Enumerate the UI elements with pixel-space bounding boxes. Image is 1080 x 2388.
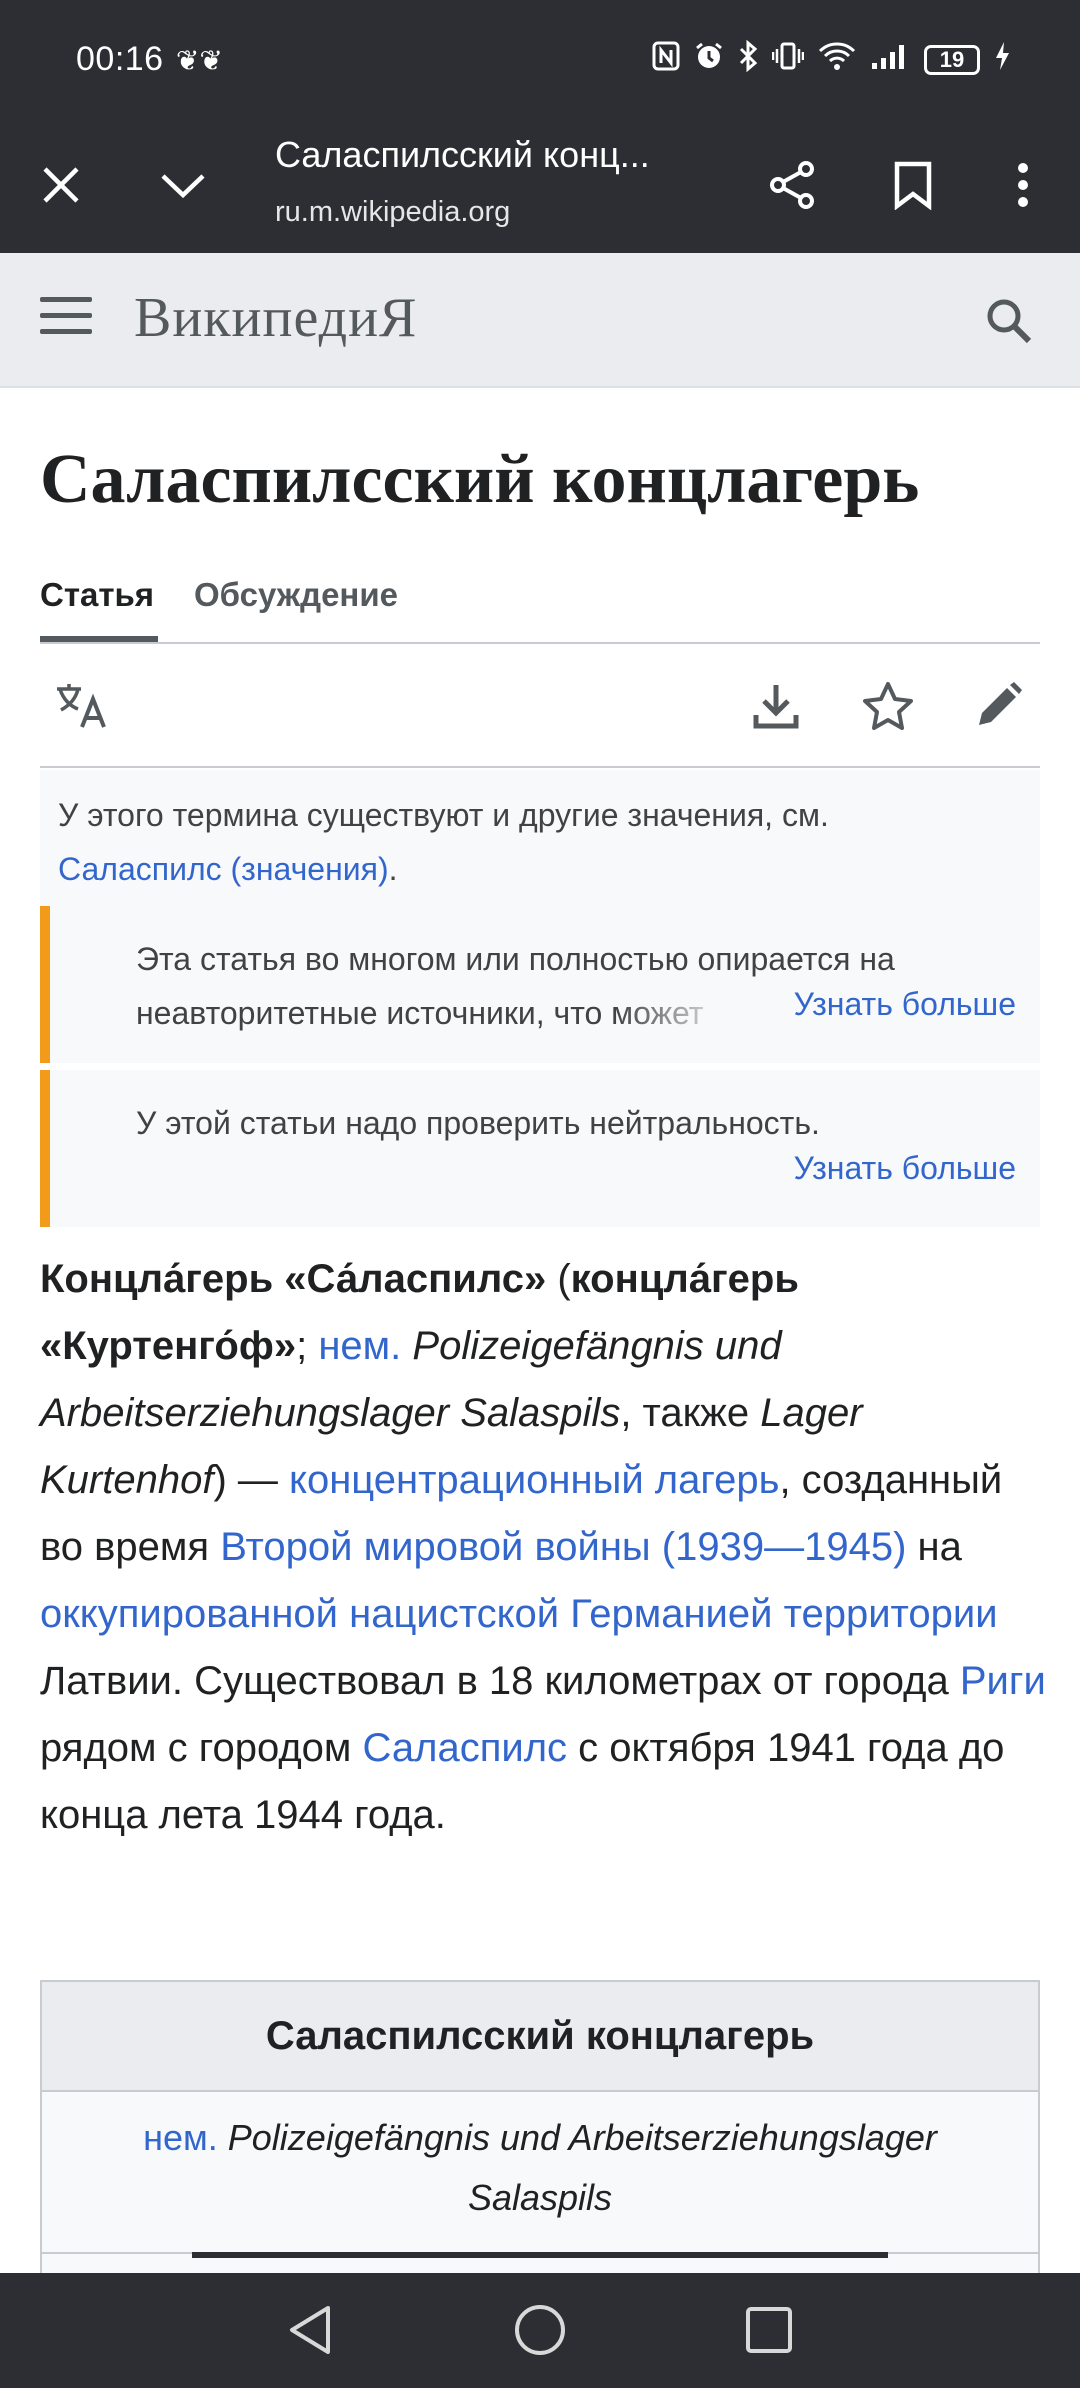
text: Латвии. Существовал в 18 километрах от г… bbox=[40, 1659, 960, 1703]
clock: 00:16 bbox=[76, 40, 164, 78]
wiki-header: ВикипедиЯ bbox=[0, 253, 1080, 388]
text: ) — bbox=[213, 1458, 290, 1502]
home-button[interactable] bbox=[495, 2295, 585, 2365]
nfc-icon bbox=[652, 41, 680, 78]
page-title: Саласпилсский концлагерь bbox=[40, 441, 920, 518]
close-tab-button[interactable] bbox=[26, 150, 96, 220]
notice-line-truncated: неавторитетные источники, что может bbox=[136, 995, 704, 1031]
notice-line: Эта статья во многом или полностью опира… bbox=[136, 941, 895, 977]
url-host[interactable]: ru.m.wikipedia.org bbox=[275, 196, 510, 229]
text: на bbox=[906, 1525, 962, 1569]
signal-icon bbox=[870, 41, 910, 78]
hatnote: У этого термина существуют и другие знач… bbox=[40, 770, 1040, 906]
link-german[interactable]: нем. bbox=[143, 2117, 218, 2158]
share-icon bbox=[770, 161, 814, 209]
menu-icon bbox=[40, 297, 92, 302]
minimize-button[interactable] bbox=[148, 150, 218, 220]
browser-toolbar: Саласпилсский конц... ru.m.wikipedia.org bbox=[0, 118, 1080, 253]
link-occupied-territory[interactable]: оккупированной нацистской Германией терр… bbox=[40, 1592, 998, 1636]
battery-indicator: 19 bbox=[924, 44, 980, 75]
status-bar: 00:16 ❦❦ 19 bbox=[0, 0, 1080, 118]
close-icon bbox=[43, 167, 79, 203]
back-triangle-icon bbox=[290, 2306, 330, 2354]
tab-talk[interactable]: Обсуждение bbox=[194, 576, 398, 614]
download-icon bbox=[753, 685, 799, 729]
menu-icon-bar bbox=[40, 329, 92, 334]
text: ( bbox=[546, 1257, 571, 1301]
home-circle-icon bbox=[515, 2305, 565, 2355]
link-riga[interactable]: Риги bbox=[960, 1659, 1046, 1703]
lead-paragraph: Концла́герь «Са́ласпилс» (концла́герь «К… bbox=[40, 1246, 1050, 1849]
original-name-text: Polizeigefängnis und Arbeitserziehungsla… bbox=[227, 2117, 937, 2218]
recents-square-icon bbox=[746, 2307, 792, 2353]
text bbox=[401, 1324, 412, 1368]
bookmark-button[interactable] bbox=[878, 150, 948, 220]
page-actions bbox=[40, 646, 1040, 768]
back-button[interactable] bbox=[265, 2295, 355, 2365]
infobox-title: Саласпилсский концлагерь bbox=[42, 1982, 1038, 2092]
language-button[interactable] bbox=[52, 676, 112, 736]
notice-neutrality[interactable]: У этой статьи надо проверить нейтральнос… bbox=[40, 1070, 1040, 1227]
share-button[interactable] bbox=[757, 150, 827, 220]
active-tab-indicator bbox=[40, 636, 158, 642]
notification-icons: ❦❦ bbox=[176, 45, 223, 76]
main-menu-button[interactable] bbox=[40, 297, 92, 345]
learn-more-link[interactable]: Узнать больше bbox=[753, 1150, 1016, 1187]
link-world-war-two[interactable]: Второй мировой войны (1939—1945) bbox=[220, 1525, 906, 1569]
wifi-icon bbox=[818, 41, 856, 78]
menu-icon-bar bbox=[40, 313, 92, 318]
link-german[interactable]: нем. bbox=[318, 1324, 401, 1368]
disambiguation-link[interactable]: Саласпилс (значения) bbox=[58, 851, 389, 887]
wikipedia-wordmark[interactable]: ВикипедиЯ bbox=[134, 286, 417, 350]
watch-button[interactable] bbox=[858, 676, 918, 736]
download-button[interactable] bbox=[746, 676, 806, 736]
tab-article[interactable]: Статья bbox=[40, 576, 154, 614]
recents-button[interactable] bbox=[724, 2295, 814, 2365]
edit-button[interactable] bbox=[968, 676, 1028, 736]
browser-chrome: 00:16 ❦❦ 19 Саласпилсский конц... ru.m.w… bbox=[0, 0, 1080, 253]
bookmark-icon bbox=[894, 161, 932, 210]
notice-line: У этой статьи надо проверить нейтральнос… bbox=[136, 1105, 820, 1141]
pencil-icon bbox=[979, 682, 1022, 725]
infobox: Саласпилсский концлагерь нем. Polizeigef… bbox=[40, 1980, 1040, 2280]
chevron-down-icon bbox=[161, 174, 205, 199]
text: рядом с городом bbox=[40, 1726, 363, 1770]
alarm-icon bbox=[694, 41, 724, 78]
vibrate-icon bbox=[771, 41, 805, 78]
system-nav-bar bbox=[0, 2273, 1080, 2388]
more-vert-icon bbox=[1018, 163, 1028, 207]
hatnote-text: У этого термина существуют и другие знач… bbox=[58, 797, 829, 833]
hatnote-suffix: . bbox=[388, 851, 398, 887]
infobox-image[interactable] bbox=[192, 2252, 888, 2258]
search-icon bbox=[987, 299, 1032, 344]
charging-icon bbox=[994, 41, 1010, 78]
text: ; bbox=[296, 1324, 319, 1368]
text: , также bbox=[620, 1391, 761, 1435]
translate-icon bbox=[57, 684, 106, 728]
tab-title[interactable]: Саласпилсский конц... bbox=[275, 134, 715, 176]
link-salaspils[interactable]: Саласпилс bbox=[363, 1726, 568, 1770]
star-icon bbox=[863, 682, 913, 730]
link-concentration-camp[interactable]: концентрационный лагерь bbox=[289, 1458, 779, 1502]
notice-unreliable-sources[interactable]: Эта статья во многом или полностью опира… bbox=[40, 906, 1040, 1063]
article-tabs: Статья Обсуждение bbox=[40, 570, 1040, 644]
bluetooth-icon bbox=[738, 39, 758, 79]
notice-text: У этой статьи надо проверить нейтральнос… bbox=[136, 1096, 1006, 1150]
system-icons: 19 bbox=[652, 39, 1010, 79]
more-menu-button[interactable] bbox=[988, 150, 1058, 220]
search-button[interactable] bbox=[974, 286, 1044, 356]
learn-more-link[interactable]: Узнать больше bbox=[753, 986, 1016, 1023]
term-bold: Концла́герь «Са́ласпилс» bbox=[40, 1257, 547, 1301]
infobox-original-name: нем. Polizeigefängnis und Arbeitserziehu… bbox=[42, 2094, 1038, 2254]
